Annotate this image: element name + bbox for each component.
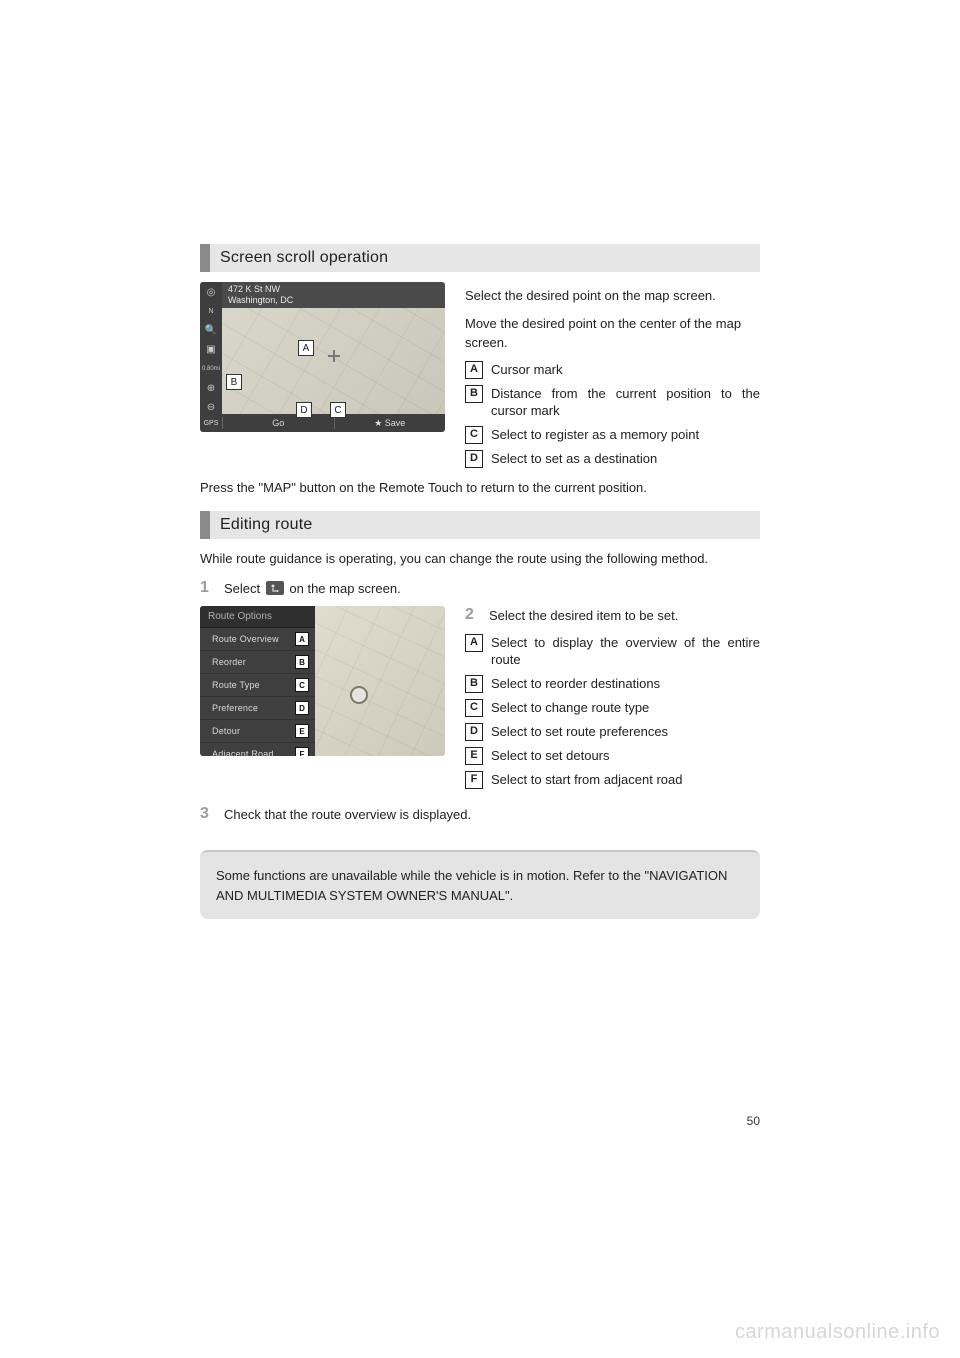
zoom-out-icon: ⊖: [204, 401, 218, 414]
section-heading-editing: Editing route: [200, 511, 760, 539]
route-option-overview[interactable]: Route Overview A: [200, 628, 315, 651]
legend2-f: FSelect to start from adjacent road: [465, 771, 760, 789]
legend-key-a: A: [465, 361, 483, 379]
step-3-number: 3: [200, 805, 214, 825]
legend-b: B Distance from the current position to …: [465, 385, 760, 420]
route-options-title: Route Options: [200, 606, 315, 628]
scroll-intro-1: Select the desired point on the map scre…: [465, 286, 760, 306]
legend2-a: ASelect to display the overview of the e…: [465, 634, 760, 669]
legend2-b: BSelect to reorder destinations: [465, 675, 760, 693]
route-option-preference[interactable]: Preference D: [200, 697, 315, 720]
scroll-footer-note: Press the "MAP" button on the Remote Tou…: [200, 478, 760, 498]
zoom-in-icon: ⊕: [204, 382, 218, 395]
step-1: 1 Select on the map screen.: [200, 579, 760, 599]
step-2-number: 2: [465, 606, 479, 626]
scale-label: 0.80mi: [204, 363, 218, 376]
route-option-type[interactable]: Route Type C: [200, 674, 315, 697]
section-heading-scroll: Screen scroll operation: [200, 244, 760, 272]
gps-indicator: GPS: [200, 420, 222, 427]
step-3-text: Check that the route overview is display…: [224, 805, 760, 825]
legend-key-d: D: [465, 450, 483, 468]
legend-key-c: C: [465, 426, 483, 444]
legend2-c: CSelect to change route type: [465, 699, 760, 717]
step-2: 2 Select the desired item to be set.: [465, 606, 760, 626]
editing-intro: While route guidance is operating, you c…: [200, 549, 760, 569]
legend2-e: ESelect to set detours: [465, 747, 760, 765]
map-sidebar: ◎ N 🔍 ▣ 0.80mi ⊕ ⊖: [200, 282, 222, 414]
scroll-intro-2: Move the desired point on the center of …: [465, 314, 760, 353]
save-button[interactable]: ★ Save: [335, 418, 446, 429]
legend-a: A Cursor mark: [465, 361, 760, 379]
legend-key-b: B: [465, 385, 483, 403]
callout-d: D: [296, 402, 312, 418]
legend2-d: DSelect to set route preferences: [465, 723, 760, 741]
map-scroll-screenshot: ◎ N 🔍 ▣ 0.80mi ⊕ ⊖ 472 K St NW Washingto…: [200, 282, 445, 432]
map-bottom-bar: GPS Go ★ Save: [200, 414, 445, 432]
legend-d: D Select to set as a destination: [465, 450, 760, 468]
callout-a: A: [298, 340, 314, 356]
route-options-screenshot: Route Options Route Overview A Reorder B…: [200, 606, 445, 756]
watermark: carmanualsonline.info: [735, 1321, 940, 1344]
page-number: 50: [747, 1114, 760, 1128]
search-icon: 🔍: [204, 324, 218, 337]
current-position-icon: [350, 686, 368, 704]
step-2-text: Select the desired item to be set.: [489, 606, 760, 626]
legend-c: C Select to register as a memory point: [465, 426, 760, 444]
route-options-panel: Route Options Route Overview A Reorder B…: [200, 606, 315, 756]
route-option-detour[interactable]: Detour E: [200, 720, 315, 743]
cursor-mark-icon: [328, 350, 340, 362]
route-options-icon: [266, 581, 284, 595]
step-1-text: Select on the map screen.: [224, 579, 760, 599]
callout-c: C: [330, 402, 346, 418]
caution-note: Some functions are unavailable while the…: [200, 850, 760, 919]
map-canvas: [222, 308, 445, 414]
route-option-adjacent[interactable]: Adjacent Road F: [200, 743, 315, 756]
callout-b: B: [226, 374, 242, 390]
layers-icon: ▣: [204, 343, 218, 356]
route-map-canvas: [315, 606, 445, 756]
compass-icon: ◎: [204, 286, 218, 299]
step-3: 3 Check that the route overview is displ…: [200, 805, 760, 825]
compass-n-label: N: [204, 305, 218, 318]
go-button[interactable]: Go: [223, 418, 334, 428]
route-option-reorder[interactable]: Reorder B: [200, 651, 315, 674]
step-1-number: 1: [200, 579, 214, 599]
